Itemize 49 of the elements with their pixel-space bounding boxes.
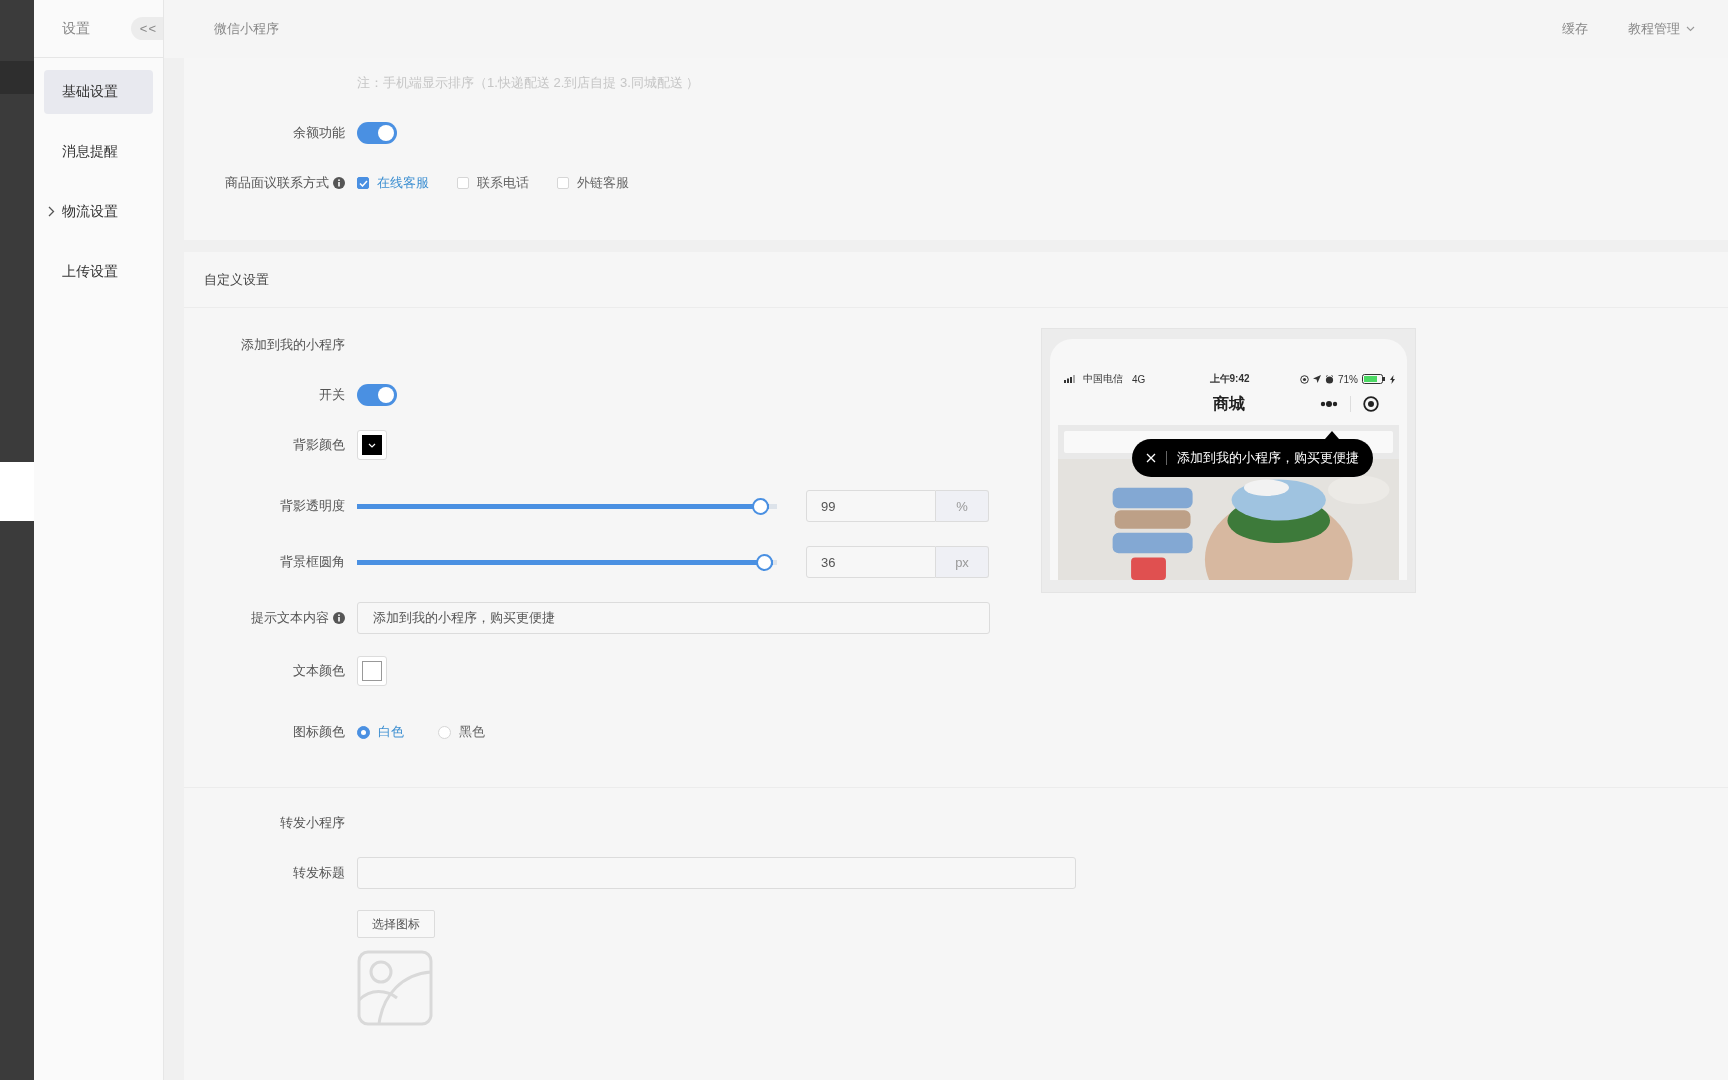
radio-label[interactable]: 黑色 bbox=[459, 723, 485, 741]
field-label: 开关 bbox=[319, 386, 345, 404]
location-arrow-icon bbox=[1313, 375, 1321, 383]
radio-button[interactable] bbox=[357, 725, 370, 739]
field-label: 提示文本内容 bbox=[251, 609, 329, 627]
checkbox-label[interactable]: 联系电话 bbox=[477, 174, 529, 192]
chevron-down-icon[interactable] bbox=[1686, 26, 1695, 32]
toggle-switch[interactable] bbox=[357, 384, 397, 406]
page-title: 微信小程序 bbox=[214, 20, 279, 38]
text-field[interactable] bbox=[357, 857, 1076, 889]
unit-label: % bbox=[936, 490, 989, 522]
carrier-text: 中国电信 bbox=[1083, 372, 1123, 386]
field-label: 背影透明度 bbox=[280, 497, 345, 515]
select-icon-button[interactable]: 选择图标 bbox=[357, 910, 435, 938]
target-icon bbox=[1363, 396, 1379, 412]
sidebar-item[interactable]: 基础设置 bbox=[44, 70, 153, 114]
alarm-icon bbox=[1325, 374, 1334, 384]
group-title: 转发小程序 bbox=[280, 814, 345, 832]
tooltip-text: 添加到我的小程序，购买更便捷 bbox=[1177, 449, 1359, 467]
unit-label: px bbox=[936, 546, 989, 578]
field-label: 图标颜色 bbox=[293, 723, 345, 741]
field-label: 余额功能 bbox=[293, 124, 345, 142]
battery-text: 71% bbox=[1338, 373, 1358, 385]
charging-icon bbox=[1390, 374, 1395, 384]
checkbox[interactable] bbox=[357, 177, 369, 189]
checkbox-label[interactable]: 外链客服 bbox=[577, 174, 629, 192]
field-label: 背影颜色 bbox=[293, 436, 345, 454]
more-icon bbox=[1320, 401, 1338, 407]
field-label: 文本颜色 bbox=[293, 662, 345, 680]
number-field[interactable]: 99 bbox=[806, 490, 936, 522]
sidebar-title: 设置 bbox=[62, 19, 90, 38]
battery-icon bbox=[1362, 374, 1386, 384]
close-icon[interactable] bbox=[1146, 453, 1156, 463]
toggle-switch[interactable] bbox=[357, 122, 397, 144]
field-label: 商品面议联系方式 bbox=[225, 174, 329, 192]
sidebar-item[interactable]: 消息提醒 bbox=[44, 130, 153, 174]
field-label: 转发标题 bbox=[293, 864, 345, 882]
preview-title: 商城 bbox=[1212, 393, 1245, 414]
field-label: 背景框圆角 bbox=[280, 553, 345, 571]
status-time: 上午9:42 bbox=[1209, 372, 1250, 386]
chevron-right-icon[interactable] bbox=[48, 206, 55, 217]
sidebar-item[interactable]: 物流设置 bbox=[44, 190, 153, 234]
text-field[interactable]: 添加到我的小程序，购买更便捷 bbox=[357, 602, 990, 634]
network-text: 4G bbox=[1132, 373, 1146, 385]
section-title: 自定义设置 bbox=[204, 270, 269, 289]
group-title: 添加到我的小程序 bbox=[241, 336, 345, 354]
signal-icon bbox=[1064, 375, 1078, 383]
sidebar-item[interactable]: 上传设置 bbox=[44, 250, 153, 294]
number-field[interactable]: 36 bbox=[806, 546, 936, 578]
